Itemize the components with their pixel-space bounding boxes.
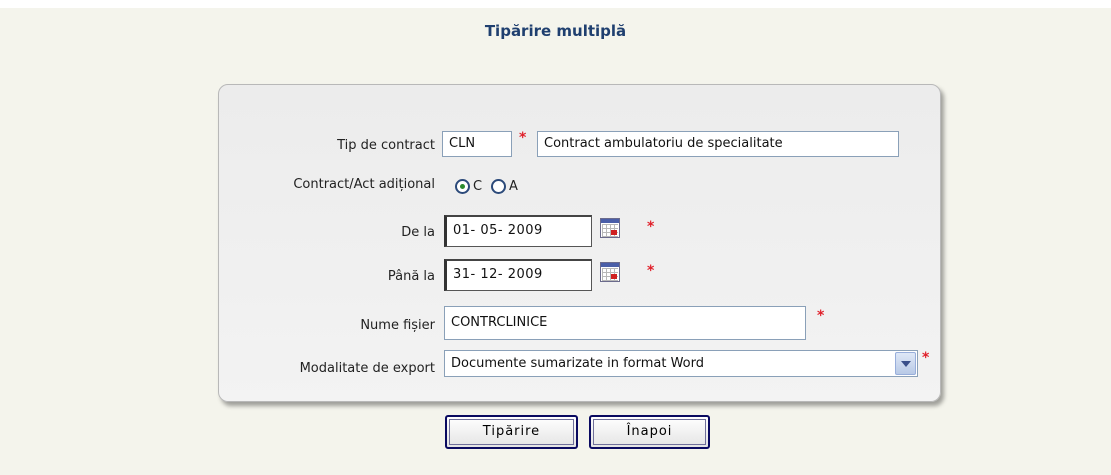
required-mark: * xyxy=(519,130,527,146)
nume-fisier-field[interactable]: CONTRCLINICE xyxy=(444,306,806,340)
radio-contract-c[interactable] xyxy=(455,179,470,194)
contract-act-label: Contract/Act adițional xyxy=(293,177,435,192)
chevron-down-icon[interactable] xyxy=(895,352,916,375)
contract-name-field[interactable]: Contract ambulatoriu de specialitate xyxy=(537,131,899,157)
required-mark: * xyxy=(647,219,655,235)
back-button[interactable]: Înapoi xyxy=(589,415,710,449)
contract-code-field[interactable]: CLN xyxy=(442,131,512,157)
calendar-icon[interactable] xyxy=(600,218,620,238)
pana-la-label: Până la xyxy=(387,269,435,284)
form-panel: Tip de contract CLN * Contract ambulator… xyxy=(218,84,941,402)
export-mode-select[interactable]: Documente sumarizate in format Word xyxy=(444,350,918,377)
radio-c-label: C xyxy=(473,179,483,194)
de-la-label: De la xyxy=(401,225,435,240)
radio-a-label: A xyxy=(509,179,518,194)
required-mark: * xyxy=(922,350,930,366)
export-mode-value: Documente sumarizate in format Word xyxy=(451,356,704,371)
page-title: Tipărire multiplă xyxy=(484,22,627,40)
radio-act-a[interactable] xyxy=(491,179,506,194)
calendar-icon[interactable] xyxy=(600,262,620,282)
nume-fisier-label: Nume fișier xyxy=(360,318,435,333)
required-mark: * xyxy=(817,308,825,324)
pana-la-date-field[interactable]: 31- 12- 2009 xyxy=(444,259,592,291)
tip-contract-label: Tip de contract xyxy=(337,138,435,153)
de-la-date-field[interactable]: 01- 05- 2009 xyxy=(444,215,592,247)
modalitate-export-label: Modalitate de export xyxy=(299,361,435,376)
print-button[interactable]: Tipărire xyxy=(445,415,578,449)
required-mark: * xyxy=(647,263,655,279)
